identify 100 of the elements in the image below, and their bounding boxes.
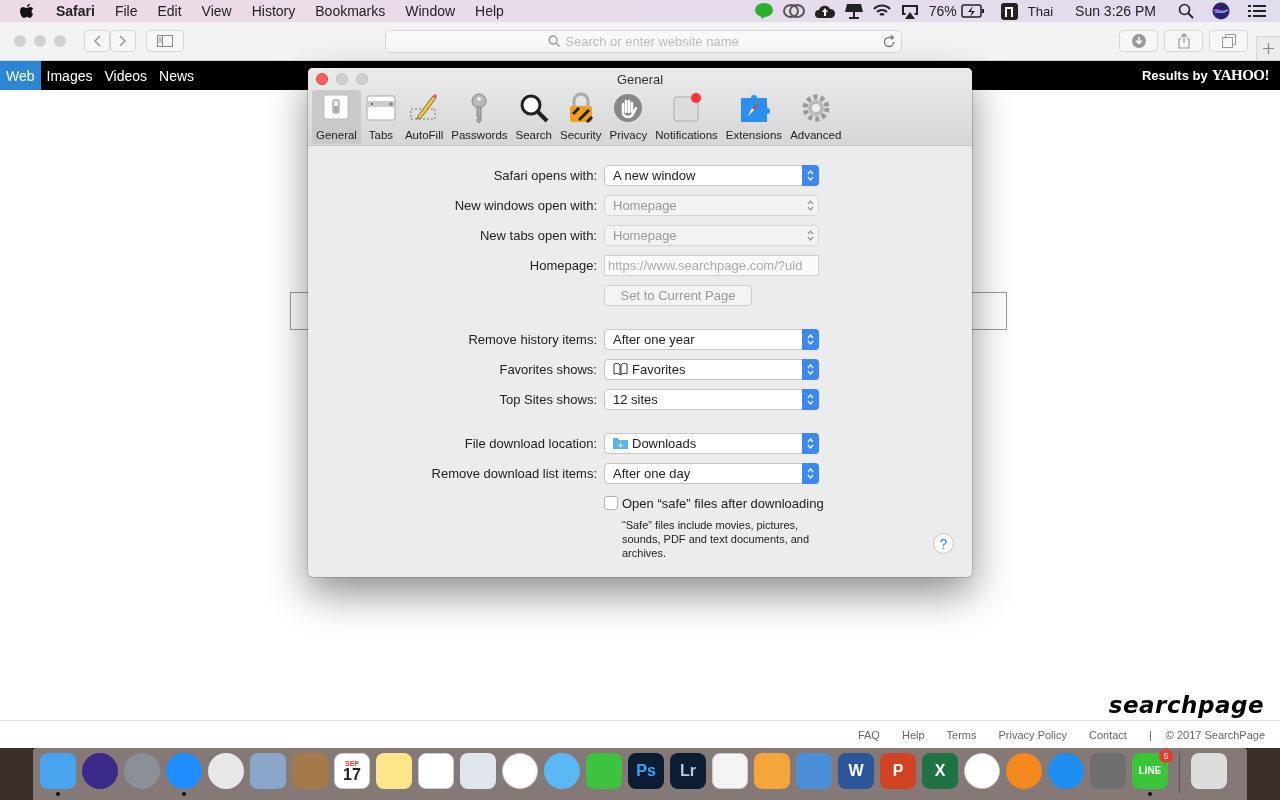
running-indicator [56,792,60,796]
results-credit: Results by [1141,68,1208,83]
search-icon[interactable] [1178,3,1194,19]
chevron-left-icon [93,35,101,47]
field-label: Top Sites shows: [498,390,597,409]
window-icon [364,92,397,124]
preference-tab[interactable]: Privacy [605,90,652,144]
field-label: Remove download list items: [430,464,597,483]
input-source-label[interactable]: Thai [1027,3,1054,19]
dropdown[interactable]: A new window [604,164,819,186]
dropdown[interactable]: Favorites [604,358,819,380]
back-button[interactable] [84,30,110,52]
footer-link[interactable]: Privacy Policy [998,728,1067,741]
result-type-tab[interactable]: Web [0,61,41,90]
forward-button[interactable] [110,30,136,52]
notification-badge: 5 [1159,749,1173,763]
preference-tab[interactable]: Advanced [786,90,846,144]
footer-link[interactable]: FAQ [857,728,880,741]
wifi-icon[interactable] [872,4,891,18]
footer-separator: | [1148,728,1152,741]
downloads-button[interactable] [1119,30,1158,52]
menu-icon[interactable] [1248,4,1266,18]
footer-link[interactable]: Contact [1089,728,1127,741]
input-source-icon[interactable] [1000,2,1018,20]
menu-item[interactable]: File [114,3,138,19]
rings-icon[interactable] [782,4,805,18]
dropdown[interactable]: After one year [604,328,819,350]
sidebar-button[interactable] [146,30,184,52]
field-label: Remove history items: [467,330,597,349]
sidebar-icon [157,35,173,47]
footer-link[interactable]: Terms [946,728,977,741]
puzzle-compass-icon [738,92,770,124]
display-icon[interactable] [844,3,863,19]
excel-app-icon[interactable]: X [922,753,958,789]
book-icon [613,363,628,375]
stepper-arrows-icon [807,393,814,405]
new-tab-button[interactable] [1256,36,1280,60]
field-label: New windows open with: [453,196,597,215]
menu-item[interactable]: History [251,3,296,19]
dropdown[interactable]: 12 sites [604,388,819,410]
chat-bubble-icon[interactable] [754,3,773,19]
stepper-arrows-icon [807,229,814,241]
site-logo: searchpage [1108,692,1264,718]
address-placeholder: Search or enter website name [565,33,739,49]
preference-tab[interactable]: AutoFill [400,90,448,144]
ps-app-icon[interactable]: Ps [628,753,664,789]
reload-icon[interactable] [883,34,895,48]
preference-tab[interactable]: Tabs [360,90,401,144]
running-indicator [182,792,186,796]
app-menu[interactable]: Safari [56,3,95,19]
powerpoint-app-icon[interactable]: P [880,753,916,789]
menu-item[interactable]: Edit [157,3,182,19]
preference-tab[interactable]: Passwords [447,90,512,144]
dialog-title: General [615,71,665,87]
menu-item[interactable]: Help [475,3,504,19]
zoom-button[interactable] [356,73,368,85]
stepper-arrows-icon [807,437,814,449]
footer-link[interactable]: Help [901,728,925,741]
preference-tab[interactable]: Notifications [651,90,722,144]
dropdown[interactable]: After one day [604,462,819,484]
stepper-arrows-icon [807,467,814,479]
stepper-arrows-icon [807,333,814,345]
share-button[interactable] [1164,30,1203,52]
field-label: Homepage: [528,256,597,275]
cloud-upload-icon[interactable] [814,4,835,18]
battery-percentage: 76% [928,3,957,19]
menu-item[interactable]: Bookmarks [315,3,386,19]
checkbox[interactable] [604,496,618,510]
help-button[interactable]: ? [933,533,954,554]
preference-tab[interactable]: Security [555,90,606,144]
square-with-dot-icon [670,92,703,124]
menu-item[interactable]: View [201,3,232,19]
minimize-button[interactable] [336,73,348,85]
battery-charging-icon[interactable] [960,4,985,18]
hand-icon [612,92,645,124]
preference-tab[interactable]: Extensions [721,90,787,144]
preference-tab[interactable]: Search [511,90,556,144]
provider-name: YAHOO! [1211,67,1269,84]
share-icon [1177,33,1190,49]
field-label: Favorites shows: [498,360,597,379]
word-app-icon[interactable]: W [838,753,874,789]
folder-icon [613,437,628,449]
copyright: © 2017 SearchPage [1165,728,1265,741]
close-button[interactable] [316,73,328,85]
field-label: Safari opens with: [492,166,597,185]
preference-tab[interactable]: General [312,90,361,144]
dropdown[interactable]: Downloads [604,432,819,454]
result-type-tab[interactable]: News [153,61,201,90]
field-label: New tabs open with: [478,226,597,245]
airplay-icon[interactable] [900,3,919,19]
tabs-overview-button[interactable] [1209,30,1248,52]
menu-item[interactable]: Window [405,3,456,19]
stepper-arrows-icon [807,169,814,181]
clock[interactable]: Sun 3:26 PM [1075,3,1156,19]
field-label: File download location: [463,434,597,453]
apple-logo-icon[interactable] [20,3,34,19]
checkbox-option[interactable]: Open “safe” files after downloading [604,495,824,511]
result-type-tab[interactable]: Images [40,61,99,90]
lr-app-icon[interactable]: Lr [670,753,706,789]
result-type-tab[interactable]: Videos [98,61,154,90]
